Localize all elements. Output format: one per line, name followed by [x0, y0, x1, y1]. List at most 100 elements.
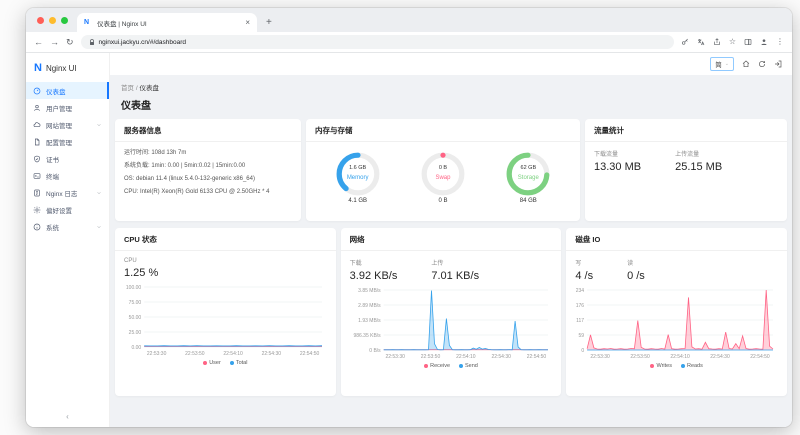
breadcrumb: 首页 / 仪表盘 [121, 82, 781, 92]
svg-text:117: 117 [576, 318, 584, 324]
memory-storage-card: 内存与存储 1.6 [306, 119, 580, 221]
stat-value: 0 /s [627, 270, 645, 282]
legend-item[interactable]: Reads [681, 363, 703, 369]
legend-item[interactable]: Receive [424, 363, 450, 369]
legend-dot-icon [424, 364, 428, 368]
svg-text:100.00: 100.00 [126, 285, 142, 291]
profile-icon[interactable] [760, 38, 768, 46]
file-icon [33, 138, 41, 146]
window-controls[interactable] [26, 17, 77, 32]
stat-label: 下载流量 [594, 149, 641, 158]
user-icon [33, 104, 41, 112]
svg-text:22:54:10: 22:54:10 [671, 354, 691, 360]
svg-text:0 B/s: 0 B/s [369, 348, 381, 354]
sidebar-item-nginx-log[interactable]: Nginx 日志 [26, 184, 109, 201]
legend-item[interactable]: Send [459, 363, 478, 369]
chevron-down-icon [96, 190, 102, 196]
key-icon[interactable] [681, 38, 689, 46]
minimize-window-button[interactable] [49, 17, 56, 24]
browser-tab[interactable]: N 仪表盘 | Nginx UI × [77, 13, 257, 32]
dashboard-icon [33, 87, 41, 95]
chart-legend: User Total [124, 357, 327, 369]
sidebar-item-label: Nginx 日志 [46, 188, 91, 198]
forward-icon[interactable]: → [50, 38, 59, 47]
translate-icon[interactable] [697, 38, 705, 46]
gauge-ring-icon [505, 151, 551, 197]
sidebar-item-preferences[interactable]: 偏好设置 [26, 201, 109, 218]
home-icon[interactable] [742, 60, 750, 68]
sidebar-item-config[interactable]: 配置管理 [26, 133, 109, 150]
sidebar-item-sites[interactable]: 网站管理 [26, 116, 109, 133]
svg-text:22:53:50: 22:53:50 [185, 351, 205, 357]
toolbar-icons: ☆ ⋮ [681, 38, 784, 46]
disk-write-stat: 写 4 /s [575, 258, 593, 282]
tab-close-icon[interactable]: × [245, 18, 250, 27]
gauge-total: 4.1 GB [326, 198, 390, 204]
svg-text:22:54:10: 22:54:10 [223, 351, 243, 357]
sidebar-item-certificates[interactable]: 证书 [26, 150, 109, 167]
share-icon[interactable] [713, 38, 721, 46]
refresh-icon[interactable] [758, 60, 766, 68]
card-title: 流量统计 [585, 119, 787, 142]
breadcrumb-current: 仪表盘 [139, 85, 159, 92]
stat-label: 写 [575, 258, 593, 267]
favicon: N [84, 19, 92, 27]
legend-item[interactable]: User [203, 360, 221, 366]
sidebar-item-label: 偏好设置 [46, 205, 102, 215]
sidebar-item-label: 证书 [46, 154, 102, 164]
legend-item[interactable]: Writes [650, 363, 671, 369]
svg-text:2.89 MB/s: 2.89 MB/s [358, 303, 381, 309]
close-window-button[interactable] [37, 17, 44, 24]
disk-io-card: 磁盘 IO 写 4 /s 读 0 /s [566, 228, 787, 396]
svg-text:176: 176 [576, 303, 585, 309]
new-tab-button[interactable]: + [257, 17, 281, 32]
sidebar-item-label: 仪表盘 [46, 86, 102, 96]
stat-value: 7.01 KB/s [431, 270, 479, 282]
breadcrumb-separator: / [136, 85, 138, 92]
sidebar-item-terminal[interactable]: 终端 [26, 167, 109, 184]
app-logo[interactable]: N Nginx UI [26, 53, 109, 82]
stat-value: 4 /s [575, 270, 593, 282]
network-download-stat: 下载 3.92 KB/s [350, 258, 398, 282]
os-line: OS: debian 11.4 (linux 5.4.0-132-generic… [124, 173, 292, 186]
sidebar-item-label: 系统 [46, 222, 91, 232]
page-title: 仪表盘 [121, 97, 781, 112]
side-panel-icon[interactable] [744, 38, 752, 46]
svg-text:22:54:10: 22:54:10 [456, 354, 476, 360]
chart-legend: Writes Reads [575, 360, 778, 372]
sidebar: N Nginx UI 仪表盘 用户管理 网站管理 [26, 53, 110, 427]
lock-icon [89, 39, 95, 46]
breadcrumb-home[interactable]: 首页 [121, 85, 134, 92]
legend-dot-icon [650, 364, 654, 368]
stat-value: 25.15 MB [675, 161, 722, 173]
legend-item[interactable]: Total [230, 360, 248, 366]
certificate-icon [33, 155, 41, 163]
language-select[interactable]: 简 ⌄ [710, 57, 734, 71]
sidebar-collapse-icon[interactable]: ‹ [26, 412, 109, 421]
browser-window: N 仪表盘 | Nginx UI × + ← → ↻ nginxui.jacky… [26, 8, 792, 427]
menu-icon[interactable]: ⋮ [776, 38, 784, 46]
gauge-total: 84 GB [496, 198, 560, 204]
cpu-chart: 100.0075.0050.0025.000.0022:53:3022:53:5… [124, 283, 327, 357]
charts-row: CPU 状态 CPU 1.25 % 100.0075.0050.0025.000… [115, 228, 787, 396]
card-title: 磁盘 IO [566, 228, 787, 251]
network-upload-stat: 上传 7.01 KB/s [431, 258, 479, 282]
sidebar-item-users[interactable]: 用户管理 [26, 99, 109, 116]
zoom-window-button[interactable] [61, 17, 68, 24]
star-icon[interactable]: ☆ [729, 38, 736, 46]
svg-text:22:53:30: 22:53:30 [385, 354, 405, 360]
gauge-total: 0 B [411, 198, 475, 204]
reload-icon[interactable]: ↻ [66, 38, 74, 47]
url-text: nginxui.jackyu.cn/#/dashboard [99, 39, 186, 46]
stat-label: 上传流量 [675, 149, 722, 158]
tab-title: 仪表盘 | Nginx UI [97, 18, 240, 28]
stat-value: 3.92 KB/s [350, 270, 398, 282]
svg-text:22:54:30: 22:54:30 [711, 354, 731, 360]
address-bar[interactable]: nginxui.jackyu.cn/#/dashboard [81, 35, 674, 49]
logout-icon[interactable] [774, 60, 782, 68]
storage-gauge: 62 GB Storage 84 GB [496, 151, 560, 204]
main-area: 简 ⌄ 首页 / [110, 53, 792, 427]
sidebar-item-system[interactable]: 系统 [26, 218, 109, 235]
back-icon[interactable]: ← [34, 38, 43, 47]
sidebar-item-dashboard[interactable]: 仪表盘 [26, 82, 109, 99]
